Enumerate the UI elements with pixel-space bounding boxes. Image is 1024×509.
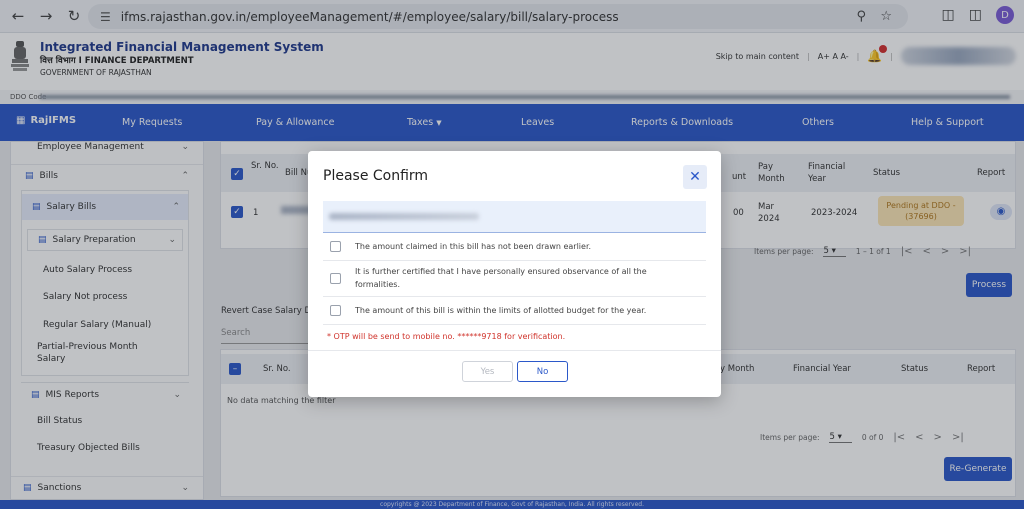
- bill-summary-redacted: [329, 213, 479, 220]
- dialog-title: Please Confirm: [323, 168, 429, 184]
- certification-row: The amount of this bill is within the li…: [323, 297, 706, 325]
- certification-row: It is further certified that I have pers…: [323, 261, 706, 297]
- otp-note: * OTP will be send to mobile no. ******9…: [327, 332, 566, 341]
- bill-summary-strip: [323, 201, 706, 233]
- certification-checkbox[interactable]: [330, 273, 341, 284]
- certification-checkbox[interactable]: [330, 305, 341, 316]
- certification-text: The amount claimed in this bill has not …: [355, 242, 592, 251]
- certification-text: The amount of this bill is within the li…: [355, 306, 647, 315]
- close-icon[interactable]: ✕: [683, 165, 707, 189]
- divider: [308, 350, 721, 351]
- confirm-dialog: Please Confirm ✕ The amount claimed in t…: [308, 151, 721, 397]
- certification-row: The amount claimed in this bill has not …: [323, 233, 706, 261]
- certification-text: It is further certified that I have pers…: [355, 267, 647, 289]
- yes-button[interactable]: Yes: [462, 361, 513, 382]
- certification-checkbox[interactable]: [330, 241, 341, 252]
- no-button[interactable]: No: [517, 361, 568, 382]
